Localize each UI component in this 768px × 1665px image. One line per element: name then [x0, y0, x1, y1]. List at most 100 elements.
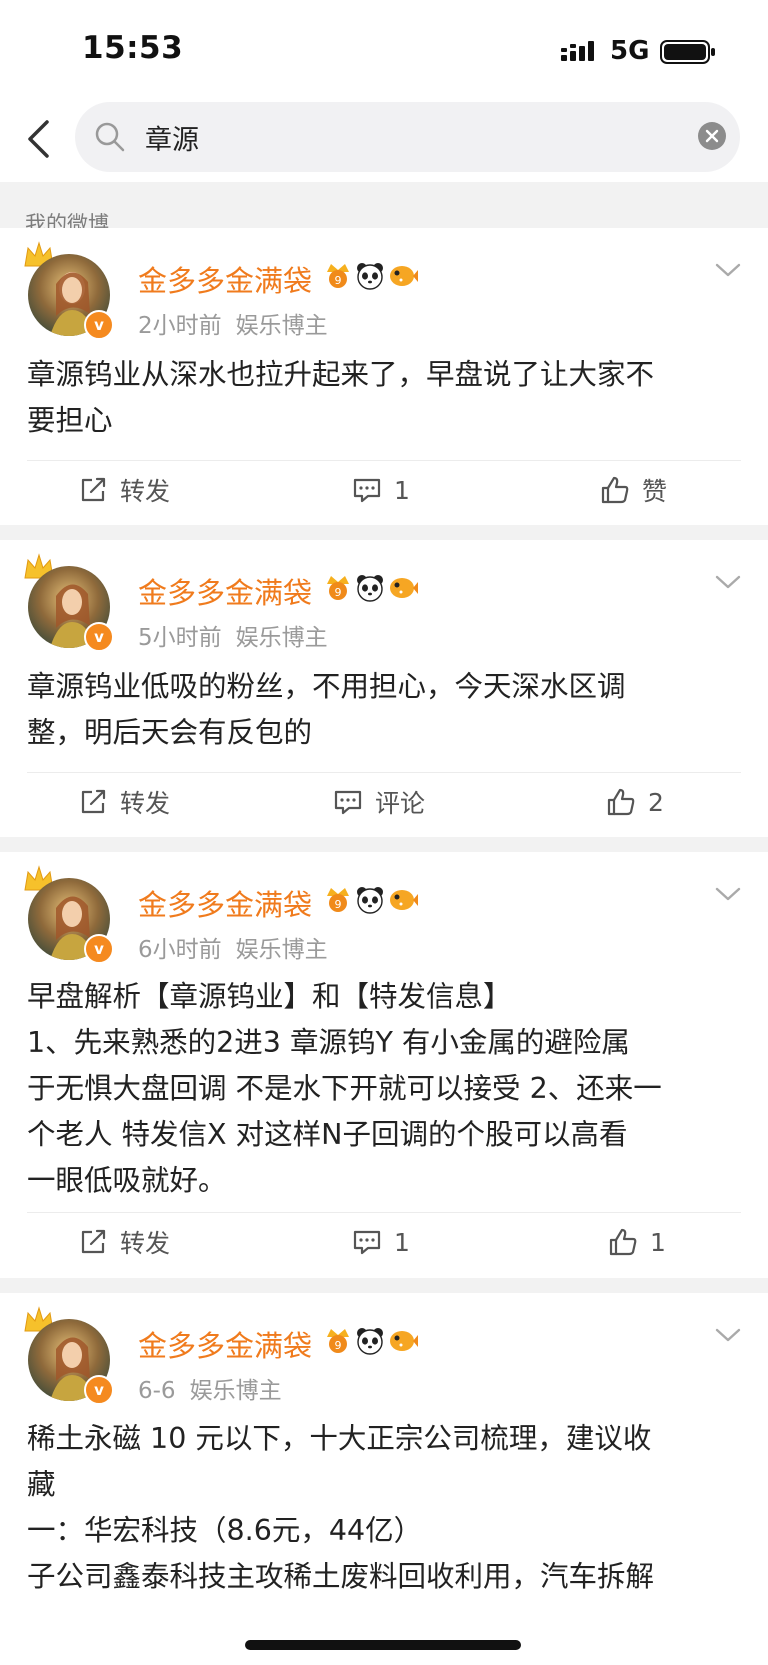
author-category: 娱乐博主	[235, 313, 328, 339]
clear-search-button[interactable]	[698, 122, 726, 150]
comment-icon	[334, 790, 362, 815]
post-meta: 2小时前 娱乐博主	[138, 306, 342, 340]
author-category: 娱乐博主	[189, 1378, 282, 1404]
post-card[interactable]: v 金多多金满袋 9 6-6 娱乐博主 稀土永磁 10 元以下，十大正宗公司梳理，…	[0, 1293, 768, 1665]
chevron-down-icon[interactable]	[714, 260, 742, 280]
post-time: 6小时前	[138, 937, 222, 963]
repost-icon	[81, 789, 106, 814]
user-badges: 9	[324, 260, 418, 290]
post-meta: 6-6 娱乐博主	[138, 1371, 296, 1405]
repost-button[interactable]: 转发	[78, 772, 170, 832]
repost-button[interactable]: 转发	[78, 1212, 170, 1272]
back-button[interactable]	[18, 114, 58, 164]
search-header: 章源	[0, 96, 768, 182]
repost-icon	[81, 1229, 106, 1254]
repost-label: 转发	[120, 789, 171, 818]
thumbs-up-icon	[609, 1228, 637, 1256]
post-text: 章源钨业从深水也拉升起来了，早盘说了让大家不 要担心	[27, 358, 655, 437]
post-card[interactable]: v 金多多金满袋 9 2小时前 娱乐博主 章源钨业从深水也拉升起来了，早盘说了让大…	[0, 228, 768, 525]
search-query: 章源	[145, 125, 199, 156]
signal-icon	[561, 41, 594, 61]
chevron-left-icon	[28, 120, 49, 158]
post-actions: 转发 1 1	[0, 1212, 768, 1272]
user-badges: 9	[324, 1325, 418, 1355]
pufferfish-icon	[390, 266, 418, 286]
chevron-down-icon[interactable]	[714, 884, 742, 904]
chevron-down-icon[interactable]	[714, 572, 742, 592]
like-label: 赞	[642, 477, 668, 506]
verified-badge: v	[84, 1375, 114, 1405]
author-name[interactable]: 金多多金满袋	[138, 882, 312, 924]
post-meta: 6小时前 娱乐博主	[138, 930, 342, 964]
svg-text:9: 9	[335, 274, 342, 287]
post-time: 5小时前	[138, 625, 222, 651]
status-bar: 15:53 5G	[0, 0, 768, 96]
home-indicator	[245, 1640, 521, 1650]
search-input[interactable]: 章源	[75, 102, 740, 172]
battery-icon	[660, 40, 715, 64]
pufferfish-icon	[390, 890, 418, 910]
post-actions: 转发 1 赞	[0, 460, 768, 520]
chevron-down-icon[interactable]	[714, 1325, 742, 1345]
comment-icon	[353, 1230, 381, 1255]
thumbs-up-icon	[601, 476, 629, 504]
post-time: 6-6	[138, 1378, 176, 1404]
close-icon	[705, 129, 719, 143]
search-icon	[95, 122, 125, 152]
status-time: 15:53	[82, 30, 184, 66]
verified-badge: v	[84, 622, 114, 652]
repost-label: 转发	[120, 477, 171, 506]
comment-count: 1	[394, 475, 410, 505]
user-badges: 9	[324, 884, 418, 914]
post-card[interactable]: v 金多多金满袋 9 5小时前 娱乐博主 章源钨业低吸的粉丝，不用担心，今天深水区…	[0, 540, 768, 837]
post-text: 稀土永磁 10 元以下，十大正宗公司梳理，建议收 藏 一：华宏科技（8.6元，4…	[27, 1422, 655, 1593]
verified-badge: v	[84, 310, 114, 340]
like-count: 2	[648, 787, 664, 817]
vip-crown-badge-icon: 9	[327, 888, 349, 912]
network-type: 5G	[610, 36, 650, 66]
post-meta: 5小时前 娱乐博主	[138, 618, 342, 652]
post-card[interactable]: v 金多多金满袋 9 6小时前 娱乐博主 早盘解析【章源钨业】和【特发信息】 1、…	[0, 852, 768, 1278]
post-text: 章源钨业低吸的粉丝，不用担心，今天深水区调 整，明后天会有反包的	[27, 670, 626, 749]
user-badges: 9	[324, 572, 418, 602]
panda-icon	[357, 887, 383, 914]
author-avatar[interactable]: v	[24, 1306, 114, 1405]
like-button[interactable]: 2	[606, 772, 664, 832]
panda-icon	[357, 575, 383, 602]
post-actions: 转发 评论 2	[0, 772, 768, 832]
author-name[interactable]: 金多多金满袋	[138, 1323, 312, 1365]
like-button[interactable]: 赞	[600, 460, 667, 520]
svg-text:9: 9	[335, 586, 342, 599]
thumbs-up-icon	[607, 788, 635, 816]
verified-badge: v	[84, 934, 114, 964]
comment-button[interactable]: 1	[352, 460, 410, 520]
pufferfish-icon	[390, 578, 418, 598]
post-time: 2小时前	[138, 313, 222, 339]
repost-label: 转发	[120, 1229, 171, 1258]
repost-icon	[81, 477, 106, 502]
repost-button[interactable]: 转发	[78, 460, 170, 520]
vip-crown-badge-icon: 9	[327, 576, 349, 600]
comment-count: 1	[394, 1227, 410, 1257]
author-category: 娱乐博主	[235, 937, 328, 963]
vip-crown-badge-icon: 9	[327, 1329, 349, 1353]
author-name[interactable]: 金多多金满袋	[138, 570, 312, 612]
panda-icon	[357, 263, 383, 290]
author-avatar[interactable]: v	[24, 865, 114, 964]
pufferfish-icon	[390, 1331, 418, 1351]
author-avatar[interactable]: v	[24, 241, 114, 340]
comment-label: 评论	[375, 789, 426, 818]
author-name[interactable]: 金多多金满袋	[138, 258, 312, 300]
like-count: 1	[650, 1227, 666, 1257]
comment-icon	[353, 478, 381, 503]
panda-icon	[357, 1328, 383, 1355]
author-avatar[interactable]: v	[24, 553, 114, 652]
vip-crown-badge-icon: 9	[327, 264, 349, 288]
like-button[interactable]: 1	[608, 1212, 666, 1272]
comment-button[interactable]: 1	[352, 1212, 410, 1272]
comment-button[interactable]: 评论	[333, 772, 425, 832]
post-text: 早盘解析【章源钨业】和【特发信息】 1、先来熟悉的2进3 章源钨Y 有小金属的避…	[27, 980, 662, 1197]
svg-text:9: 9	[335, 898, 342, 911]
author-category: 娱乐博主	[235, 625, 328, 651]
svg-text:9: 9	[335, 1339, 342, 1352]
